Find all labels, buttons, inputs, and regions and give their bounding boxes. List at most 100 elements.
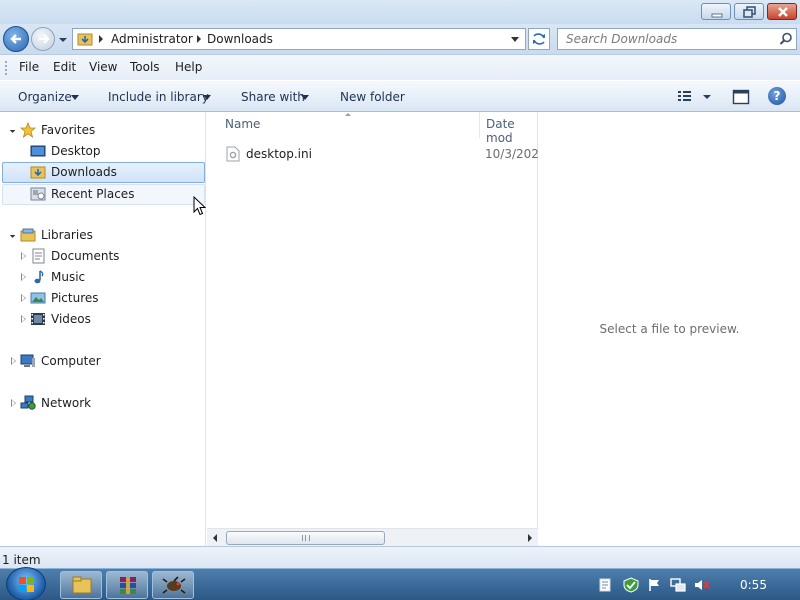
scroll-right-button[interactable] xyxy=(520,529,538,546)
breadcrumb-separator[interactable] xyxy=(99,35,103,43)
breadcrumb-downloads[interactable]: Downloads xyxy=(207,32,273,46)
details-view-icon xyxy=(678,91,711,101)
menu-edit[interactable]: Edit xyxy=(53,60,76,74)
recent-pages-dropdown[interactable] xyxy=(57,34,69,44)
taskbar-explorer[interactable] xyxy=(60,571,102,599)
folder-icon xyxy=(72,576,92,594)
nav-videos[interactable]: Videos xyxy=(0,309,206,330)
back-arrow-icon xyxy=(10,34,21,44)
organize-button[interactable]: Organize xyxy=(18,90,72,104)
nav-libraries[interactable]: Libraries xyxy=(0,225,206,246)
command-bar: Organize Include in library Share with N… xyxy=(0,80,800,112)
chevron-down-icon xyxy=(301,95,309,100)
share-with-button[interactable]: Share with xyxy=(241,90,305,104)
menu-grip xyxy=(5,61,7,75)
refresh-button[interactable] xyxy=(528,28,550,50)
search-icon[interactable] xyxy=(779,32,793,46)
folder-download-icon xyxy=(77,33,93,46)
search-input[interactable] xyxy=(558,29,773,49)
menu-file[interactable]: File xyxy=(19,60,39,74)
nav-label: Pictures xyxy=(51,291,99,305)
file-list: Name Date mod desktop.ini 10/3/2024 xyxy=(207,112,547,546)
clock[interactable]: 0:55 xyxy=(740,578,767,592)
expanded-arrow-icon[interactable] xyxy=(7,230,16,238)
videos-icon xyxy=(31,313,45,325)
change-view-button[interactable] xyxy=(676,89,716,105)
column-divider[interactable] xyxy=(479,112,480,138)
address-row: Administrator Downloads xyxy=(0,24,800,54)
security-shield-icon[interactable] xyxy=(622,577,640,593)
include-in-library-button[interactable]: Include in library xyxy=(108,90,209,104)
nav-downloads[interactable]: Downloads xyxy=(2,162,205,183)
menu-tools[interactable]: Tools xyxy=(130,60,160,74)
scrollbar-thumb[interactable] xyxy=(226,531,385,545)
restore-button[interactable] xyxy=(734,3,764,20)
nav-label: Music xyxy=(51,270,86,284)
expand-arrow-icon[interactable] xyxy=(21,273,26,281)
chevron-down-icon xyxy=(59,38,67,42)
minimize-button[interactable] xyxy=(701,3,731,20)
expand-arrow-icon[interactable] xyxy=(11,399,16,407)
nav-pictures[interactable]: Pictures xyxy=(0,288,206,309)
navigation-pane: Favorites Desktop Downloads Recent Place… xyxy=(0,112,206,546)
start-button[interactable] xyxy=(6,567,46,600)
file-row[interactable]: desktop.ini 10/3/2024 xyxy=(221,143,547,165)
address-bar[interactable]: Administrator Downloads xyxy=(72,28,526,50)
forward-button[interactable] xyxy=(31,27,55,51)
nav-documents[interactable]: Documents xyxy=(0,246,206,267)
desktop-icon xyxy=(30,145,46,157)
expand-arrow-icon[interactable] xyxy=(21,252,26,260)
menu-help[interactable]: Help xyxy=(175,60,202,74)
recent-places-icon xyxy=(30,187,46,201)
help-button[interactable]: ? xyxy=(768,87,786,105)
document-tray-icon[interactable] xyxy=(598,578,612,592)
nav-computer[interactable]: Computer xyxy=(0,351,206,372)
nav-label: Documents xyxy=(51,249,120,263)
close-button[interactable] xyxy=(767,3,797,20)
horizontal-scrollbar[interactable] xyxy=(207,528,538,546)
nav-favorites[interactable]: Favorites xyxy=(0,120,206,141)
title-bar xyxy=(0,0,800,24)
libraries-icon xyxy=(20,228,36,242)
breadcrumb-separator[interactable] xyxy=(197,35,201,43)
nav-desktop[interactable]: Desktop xyxy=(0,141,206,162)
close-icon xyxy=(778,7,788,17)
scroll-left-icon xyxy=(213,534,217,542)
action-center-flag-icon[interactable] xyxy=(647,578,661,592)
preview-message: Select a file to preview. xyxy=(599,322,740,336)
preview-pane-button[interactable] xyxy=(732,89,750,105)
address-dropdown-arrow[interactable] xyxy=(511,37,519,42)
column-header-date-modified[interactable]: Date mod xyxy=(486,117,537,145)
volume-muted-icon[interactable] xyxy=(694,578,710,592)
breadcrumb-administrator[interactable]: Administrator xyxy=(111,32,193,46)
nav-label: Videos xyxy=(51,312,91,326)
scroll-left-button[interactable] xyxy=(207,529,225,546)
column-header-name[interactable]: Name xyxy=(225,117,260,131)
nav-music[interactable]: Music xyxy=(0,267,206,288)
taskbar-winrar[interactable] xyxy=(106,571,148,599)
taskbar-app[interactable] xyxy=(152,571,194,599)
nav-label: Desktop xyxy=(51,144,101,158)
expand-arrow-icon[interactable] xyxy=(11,357,16,365)
file-name: desktop.ini xyxy=(246,147,312,161)
windows-logo-icon xyxy=(19,577,34,592)
search-box[interactable] xyxy=(557,28,797,50)
music-icon xyxy=(34,270,44,284)
network-tray-icon[interactable] xyxy=(670,578,686,592)
expanded-arrow-icon[interactable] xyxy=(7,125,16,133)
expand-arrow-icon[interactable] xyxy=(21,294,26,302)
nav-label: Libraries xyxy=(41,228,93,242)
nav-label: Computer xyxy=(41,354,101,368)
folder-download-icon xyxy=(30,166,46,179)
chevron-down-icon xyxy=(71,95,79,100)
new-folder-button[interactable]: New folder xyxy=(340,90,405,104)
restore-icon xyxy=(743,6,756,18)
nav-label: Recent Places xyxy=(51,187,135,201)
back-button[interactable] xyxy=(3,26,29,52)
nav-recent-places[interactable]: Recent Places xyxy=(2,184,205,205)
nav-network[interactable]: Network xyxy=(0,393,206,414)
refresh-icon xyxy=(533,33,545,45)
expand-arrow-icon[interactable] xyxy=(21,315,26,323)
menu-view[interactable]: View xyxy=(89,60,117,74)
minimize-icon xyxy=(711,13,723,18)
